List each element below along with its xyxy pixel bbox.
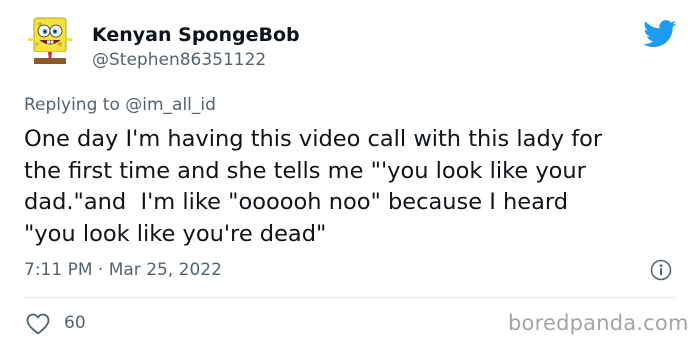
spongebob-avatar-icon	[22, 14, 78, 70]
author-handle[interactable]: @Stephen86351122	[92, 50, 266, 70]
tweet-card: Kenyan SpongeBob @Stephen86351122 Replyi…	[0, 0, 700, 349]
tweet-text: One day I'm having this video call with …	[24, 124, 684, 250]
heart-icon[interactable]	[26, 313, 50, 335]
reply-prefix: Replying to	[24, 95, 126, 115]
author-avatar[interactable]	[22, 14, 78, 70]
tweet-text-line: One day I'm having this video call with …	[24, 126, 603, 152]
divider	[24, 297, 676, 298]
reply-context: Replying to @im_all_id	[24, 95, 216, 115]
watermark: boredpanda.com	[508, 311, 689, 335]
author-display-name[interactable]: Kenyan SpongeBob	[92, 24, 300, 46]
tweet-text-line: the first time and she tells me "'you lo…	[24, 157, 586, 184]
reply-mention-link[interactable]: @im_all_id	[125, 95, 216, 115]
tweet-text-line: dad."and I'm like "oooooh noo" because I…	[24, 189, 569, 215]
info-icon[interactable]	[650, 259, 672, 281]
tweet-timestamp[interactable]: 7:11 PM · Mar 25, 2022	[24, 260, 222, 280]
twitter-bird-icon[interactable]	[643, 20, 677, 48]
like-count: 60	[64, 313, 86, 333]
tweet-text-line: "you look like you're dead"	[24, 220, 327, 247]
